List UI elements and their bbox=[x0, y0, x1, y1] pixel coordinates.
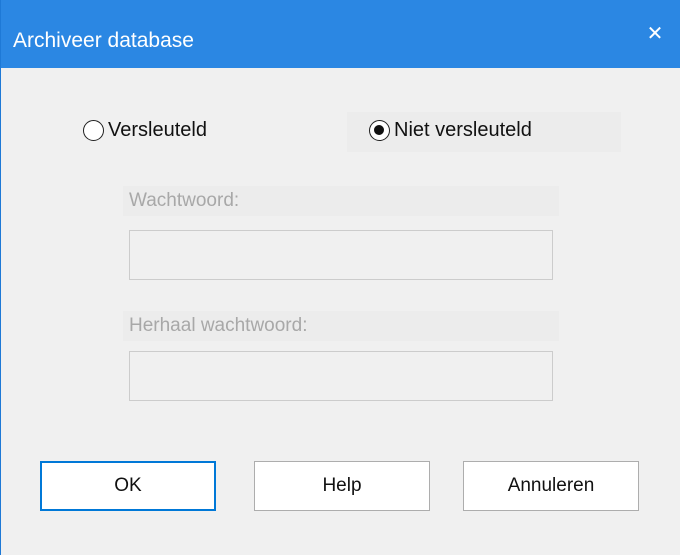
unencrypted-option-group: Niet versleuteld bbox=[347, 112, 621, 152]
dialog-title: Archiveer database bbox=[13, 29, 194, 52]
cancel-button[interactable]: Annuleren bbox=[463, 461, 639, 511]
encrypted-option-group: Versleuteld bbox=[69, 112, 329, 152]
help-button[interactable]: Help bbox=[254, 461, 430, 511]
radio-unencrypted[interactable]: Niet versleuteld bbox=[369, 118, 532, 142]
repeat-password-label: Herhaal wachtwoord: bbox=[129, 315, 308, 336]
close-icon[interactable]: ✕ bbox=[637, 18, 673, 52]
password-label: Wachtwoord: bbox=[129, 190, 240, 211]
repeat-password-field[interactable] bbox=[129, 351, 553, 401]
radio-encrypted-label[interactable]: Versleuteld bbox=[108, 118, 207, 142]
radio-unencrypted-label[interactable]: Niet versleuteld bbox=[394, 118, 532, 142]
title-bar[interactable]: Archiveer database ✕ bbox=[1, 0, 680, 68]
radio-encrypted[interactable]: Versleuteld bbox=[83, 118, 207, 142]
radio-encrypted-circle[interactable] bbox=[83, 119, 104, 141]
password-field[interactable] bbox=[129, 230, 553, 280]
archive-database-dialog: Archiveer database ✕ Versleuteld Niet ve… bbox=[0, 0, 680, 555]
ok-button[interactable]: OK bbox=[40, 461, 216, 511]
radio-unencrypted-circle[interactable] bbox=[369, 119, 390, 141]
